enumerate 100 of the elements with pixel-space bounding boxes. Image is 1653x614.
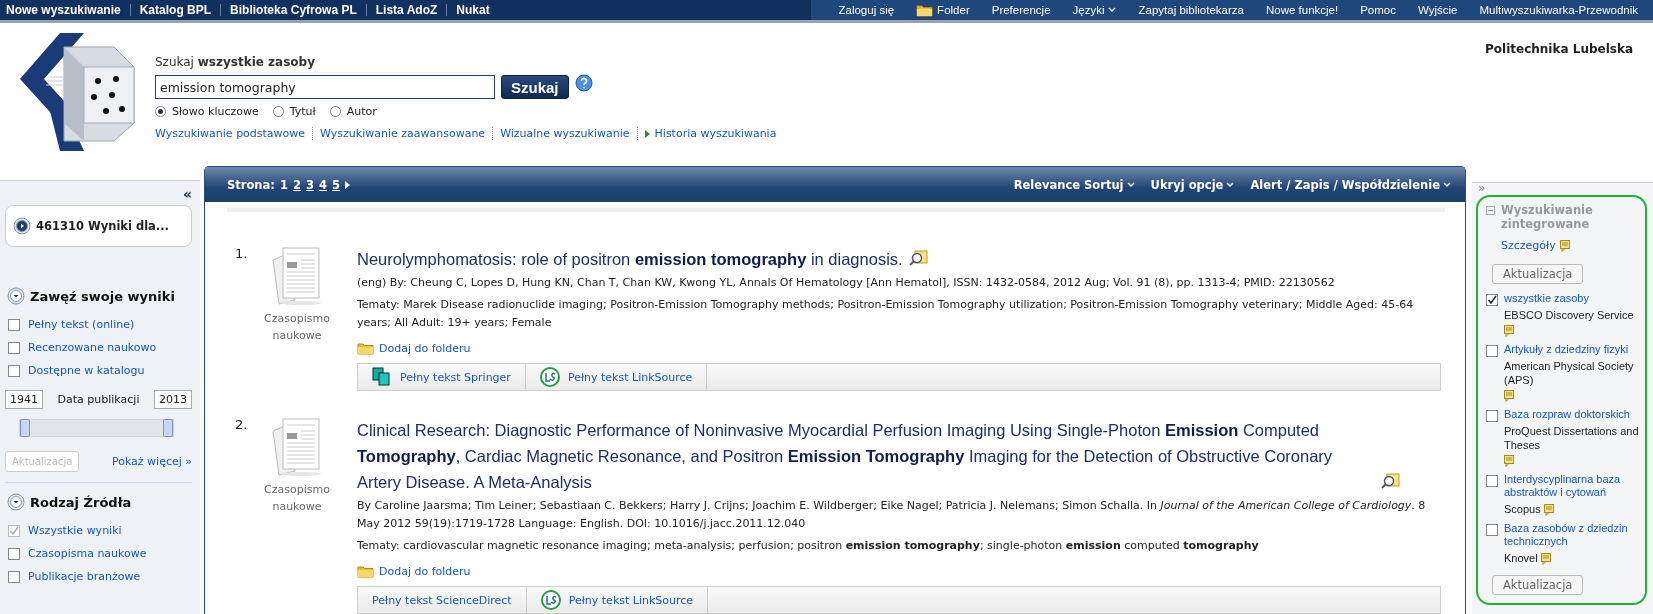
nav-link[interactable]: Lista AdoZ: [365, 4, 447, 16]
checkbox[interactable]: [1486, 345, 1498, 357]
full-text-link[interactable]: Pełny tekst LinkSource: [525, 364, 708, 390]
collapse-icon[interactable]: [1486, 206, 1495, 215]
collapse-toggle[interactable]: «: [182, 189, 192, 199]
nav-link[interactable]: Preferencje: [980, 4, 1062, 16]
checkbox[interactable]: [8, 547, 20, 560]
note-icon[interactable]: [1543, 504, 1554, 516]
slider-handle[interactable]: [20, 419, 30, 437]
result-subjects: Tematy: cardiovascular magnetic resonance imaging; meta-analysis; perfusion; positron emission tomography; single-photon emission computed tomography: [357, 538, 1260, 554]
update-button[interactable]: Aktualizacja: [1492, 264, 1584, 284]
nav-link[interactable]: Nowe funkcje!: [1254, 4, 1350, 16]
details-link[interactable]: Szczegóły: [1501, 239, 1641, 252]
checkbox[interactable]: [8, 318, 20, 331]
nav-link[interactable]: Folder: [905, 3, 981, 17]
search-button[interactable]: Szukaj: [501, 75, 569, 99]
collapse-icon[interactable]: [7, 493, 25, 511]
play-icon[interactable]: [13, 217, 31, 235]
checkbox[interactable]: [1486, 524, 1498, 536]
chevron-down-icon: [1108, 7, 1117, 13]
toolbar-menu[interactable]: Relevance Sortuj: [1013, 177, 1135, 192]
chevron-down-icon: [1126, 181, 1135, 188]
search-link[interactable]: Wyszukiwanie zaawansowane: [312, 127, 493, 140]
checkbox[interactable]: [1486, 294, 1498, 306]
page-link[interactable]: 2: [292, 177, 301, 192]
note-icon[interactable]: [1504, 325, 1514, 337]
page-link[interactable]: 3: [305, 177, 314, 192]
note-icon[interactable]: [1504, 455, 1514, 467]
nav-link[interactable]: Wyjście: [1407, 4, 1469, 16]
search-link[interactable]: Historia wyszukiwania: [636, 127, 784, 140]
note-icon[interactable]: [1540, 553, 1551, 565]
checkbox[interactable]: [8, 341, 20, 354]
result-citation: (eng) By: Cheung C, Lopes D, Hung KN, Chan T, Chan KW, Kwong YL, Annals Of Hematology [Ann Hematol], ISSN: 1432-0584, 2012 Aug; Vol. 91 (8), pp. 1313-4; PMID: 22130562: [357, 275, 1336, 291]
source-link[interactable]: wszystkie zasoby: [1504, 292, 1641, 305]
results-count: 461310 Wyniki dla...: [36, 219, 169, 233]
source-link[interactable]: Baza rozpraw doktorskich: [1504, 408, 1641, 421]
institution-name: Politechnika Lubelska: [1485, 42, 1633, 56]
page-link[interactable]: 1: [279, 177, 288, 192]
full-text-link[interactable]: Pełny tekst LinkSource: [526, 587, 709, 613]
checkbox[interactable]: [1486, 410, 1498, 422]
page-label: Strona:: [227, 177, 275, 192]
preview-icon[interactable]: [1381, 473, 1401, 489]
result-number: 2.: [235, 417, 249, 434]
nav-link[interactable]: Katalog BPL: [129, 4, 221, 16]
search-link[interactable]: Wizualne wyszukiwanie: [492, 127, 637, 140]
source-link[interactable]: Interdyscyplinarna baza abstraktów i cytowań: [1504, 473, 1641, 499]
filter-link[interactable]: Recenzowane naukowo: [28, 341, 157, 354]
search-link[interactable]: Wyszukiwanie podstawowe: [155, 127, 313, 140]
nav-link[interactable]: Zapytaj bibliotekarza: [1127, 4, 1255, 16]
nav-link[interactable]: Biblioteka Cyfrowa PL: [220, 4, 366, 16]
section-title: Rodzaj Źródła: [30, 494, 132, 510]
source-link[interactable]: Baza zasobów z dziedzin technicznych: [1504, 522, 1641, 548]
full-text-link[interactable]: Pełny tekst Springer: [358, 364, 526, 390]
checkbox[interactable]: [8, 570, 20, 583]
collapse-icon[interactable]: [7, 287, 25, 305]
checkbox[interactable]: [1486, 475, 1498, 487]
folder-icon: [357, 342, 374, 355]
search-label: Szukaj wszystkie zasoby: [155, 55, 316, 69]
date-slider[interactable]: [19, 419, 174, 437]
radio-button[interactable]: [155, 106, 166, 117]
filter-link[interactable]: Pełny tekst (online): [28, 318, 135, 331]
provider-name: ProQuest Dissertations and Theses: [1504, 424, 1640, 452]
note-icon[interactable]: [1559, 239, 1570, 252]
triangle-right-icon: [345, 180, 350, 189]
preview-icon[interactable]: [908, 250, 929, 266]
search-field[interactable]: emission tomography: [155, 75, 495, 99]
note-icon[interactable]: [1504, 390, 1514, 402]
nav-link[interactable]: Pomoc: [1349, 4, 1407, 16]
source-link[interactable]: Artykuły z dziedziny fizyki: [1504, 343, 1641, 356]
year-field[interactable]: 2013: [154, 390, 192, 409]
nav-menu[interactable]: Języki: [1061, 4, 1128, 16]
toolbar-menu[interactable]: Alert / Zapis / Współdzielenie: [1250, 177, 1451, 192]
source-type-label: Czasopismo naukowe: [263, 482, 331, 515]
year-field[interactable]: 1941: [5, 390, 43, 409]
result-title[interactable]: Neurolymphomatosis: role of positron emission tomography in diagnosis.: [357, 246, 903, 272]
full-text-link[interactable]: Pełny tekst ScienceDirect: [358, 587, 527, 613]
nav-link[interactable]: Nowe wyszukiwanie: [0, 4, 130, 16]
result-subjects: Tematy: Marek Disease radionuclide imaging; Positron-Emission Tomography methods; Positron-Emission Tomography utilization; Positron-Emission Tomography veterinary; Middle Aged: 45-64 years; All Adult: 19+ years; Female: [357, 297, 1415, 331]
radio-button[interactable]: [272, 106, 284, 117]
add-to-folder-link[interactable]: Dodaj do folderu: [357, 565, 1441, 578]
nav-link[interactable]: Zaloguj się: [827, 4, 906, 16]
page-link[interactable]: 4: [318, 177, 327, 192]
filter-link[interactable]: Dostępne w katalogu: [28, 364, 145, 377]
add-to-folder-link[interactable]: Dodaj do folderu: [357, 342, 1441, 355]
nav-link[interactable]: Multiwyszukiwarka-Przewodnik: [1468, 4, 1649, 16]
filter-link[interactable]: Publikacje branżowe: [28, 570, 141, 583]
help-icon[interactable]: [574, 74, 593, 92]
toolbar-menu[interactable]: Ukryj opcje: [1150, 177, 1235, 192]
result-title[interactable]: Clinical Research: Diagnostic Performance of Noninvasive Myocardial Perfusion Imaging Using Single-Photon Emission Computed Tomography, Cardiac Magnetic Resonance, and Positron Emission Tomography Imaging for the Detection of Obstructive Coronary Artery Disease. A Meta-Analysis: [357, 417, 1375, 495]
page-link[interactable]: 5: [331, 177, 340, 192]
filter-link[interactable]: Czasopisma naukowe: [28, 547, 147, 560]
slider-handle[interactable]: [163, 419, 173, 437]
source-type-label: Czasopismo naukowe: [263, 311, 331, 344]
radio-label: Tytuł: [289, 105, 316, 118]
radio-button[interactable]: [329, 106, 341, 117]
show-more-link[interactable]: Pokaż więcej »: [111, 455, 192, 468]
provider-name: Knovel: [1504, 551, 1538, 565]
update-button[interactable]: Aktualizacja: [1492, 575, 1584, 595]
checkbox[interactable]: [8, 364, 20, 377]
nav-link[interactable]: Nukat: [446, 4, 499, 16]
